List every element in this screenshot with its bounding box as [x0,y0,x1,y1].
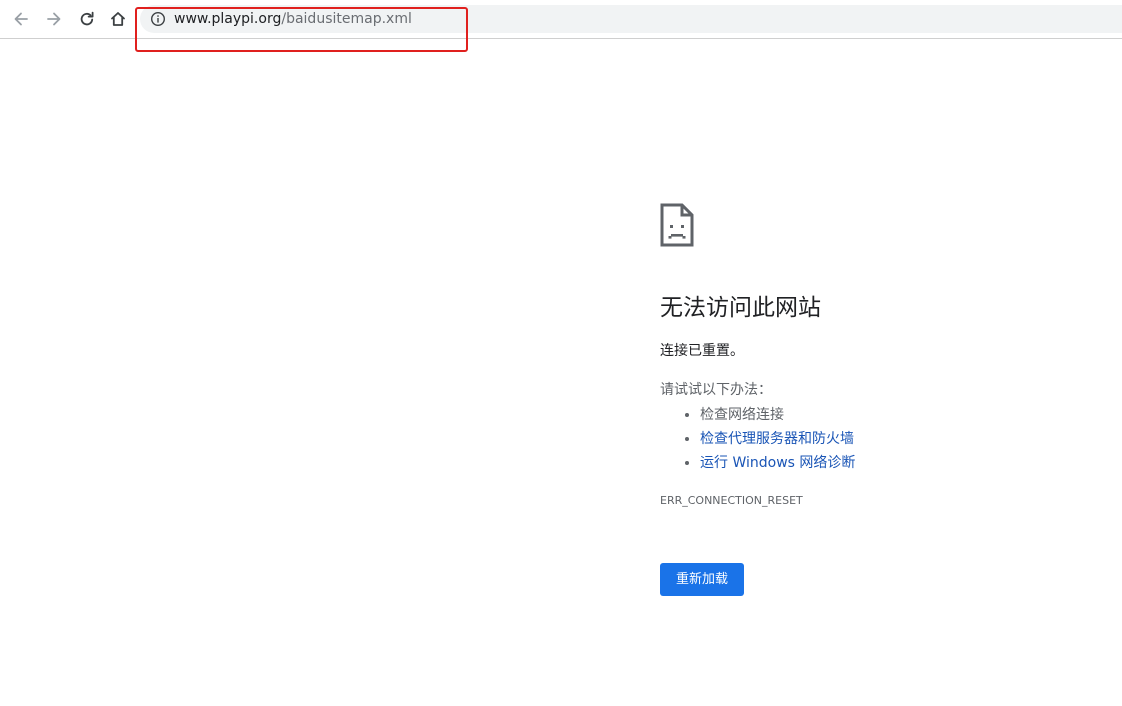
forward-button[interactable] [42,7,66,31]
back-arrow-icon [14,12,28,26]
error-title: 无法访问此网站 [660,295,821,321]
sad-document-icon [660,203,694,247]
suggestion-check-proxy: 检查代理服务器和防火墙 [700,427,855,451]
suggestion-check-network: 检查网络连接 [700,403,855,427]
suggestion-text: 检查网络连接 [700,407,784,423]
error-code: ERR_CONNECTION_RESET [660,494,803,507]
suggestions-heading: 请试试以下办法： [660,382,772,398]
error-subtitle: 连接已重置。 [660,343,744,359]
home-button[interactable] [106,7,130,31]
reload-button[interactable] [75,7,99,31]
reload-icon [80,11,94,26]
back-button[interactable] [9,7,33,31]
proxy-firewall-link[interactable]: 检查代理服务器和防火墙 [700,431,854,447]
home-icon [111,12,125,26]
windows-diagnostics-link[interactable]: 运行 Windows 网络诊断 [700,455,855,471]
forward-arrow-icon [47,12,61,26]
url-highlight-annotation [135,7,468,52]
suggestion-run-diagnostics: 运行 Windows 网络诊断 [700,451,855,475]
reload-page-button[interactable]: 重新加载 [660,563,744,596]
suggestions-list: 检查网络连接 检查代理服务器和防火墙 运行 Windows 网络诊断 [660,403,855,475]
